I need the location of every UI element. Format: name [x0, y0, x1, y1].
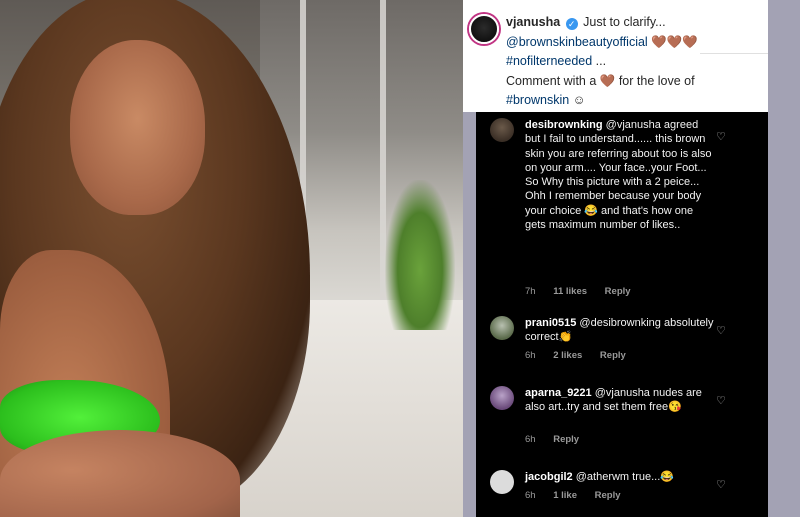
comment-avatar[interactable]: [490, 386, 514, 410]
photo-plant: [385, 180, 455, 330]
comment-username[interactable]: prani0515: [525, 317, 576, 329]
heart-icon[interactable]: ♡: [716, 324, 726, 337]
comment-likes[interactable]: 1 like: [553, 490, 577, 501]
comment-meta: 6h Reply: [525, 434, 594, 445]
comment-text: @vjanusha agreed but I fail to understan…: [525, 119, 712, 232]
caption-panel: vjanusha ✓ Just to clarify... @brownskin…: [463, 0, 768, 112]
comments-panel: desibrownking @vjanusha agreed but I fai…: [476, 112, 768, 517]
caption-line3-pre: Comment with a: [506, 73, 600, 88]
caption-line3-post: for the love of: [615, 73, 695, 88]
caption-hearts: 🤎🤎🤎: [651, 34, 698, 49]
verified-badge-icon: ✓: [565, 18, 578, 30]
comment-avatar[interactable]: [490, 316, 514, 340]
comment-body: prani0515 @desibrownking absolutely corr…: [525, 316, 715, 345]
photo-person-face: [70, 40, 205, 215]
comment-likes[interactable]: 2 likes: [553, 350, 582, 361]
author-username[interactable]: vjanusha: [506, 15, 560, 29]
caption-hashtag[interactable]: #nofilterneeded: [506, 54, 592, 68]
comment-username[interactable]: desibrownking: [525, 119, 603, 131]
comment-avatar[interactable]: [490, 118, 514, 142]
reply-button[interactable]: Reply: [600, 350, 626, 361]
divider: [700, 53, 768, 54]
post-photo: [0, 0, 463, 517]
page-background: [768, 0, 800, 517]
comment-time: 7h: [525, 286, 536, 297]
comment-username[interactable]: aparna_9221: [525, 387, 592, 399]
comment-body: jacobgil2 @atherwm true...😂: [525, 470, 715, 484]
comment-time: 6h: [525, 434, 536, 445]
caption-text: vjanusha ✓ Just to clarify... @brownskin…: [506, 13, 761, 111]
author-avatar[interactable]: [469, 14, 499, 44]
comment-avatar[interactable]: [490, 470, 514, 494]
reply-button[interactable]: Reply: [553, 434, 579, 445]
caption-hashtag[interactable]: #brownskin: [506, 93, 569, 107]
comment-likes[interactable]: 11 likes: [553, 286, 587, 297]
comment-time: 6h: [525, 490, 536, 501]
comment-text: @atherwm true...😂: [572, 471, 674, 483]
reply-button[interactable]: Reply: [605, 286, 631, 297]
comment-username[interactable]: jacobgil2: [525, 471, 573, 483]
heart-icon[interactable]: ♡: [716, 394, 726, 407]
comment-meta: 6h 1 like Reply: [525, 490, 636, 501]
caption-heart: 🤎: [599, 73, 616, 88]
comment-meta: 7h 11 likes Reply: [525, 286, 646, 297]
caption-ellipsis: ...: [592, 54, 607, 68]
comment-time: 6h: [525, 350, 536, 361]
comment-body: desibrownking @vjanusha agreed but I fai…: [525, 118, 715, 232]
comment-meta: 6h 2 likes Reply: [525, 350, 641, 361]
reply-button[interactable]: Reply: [595, 490, 621, 501]
comment-body: aparna_9221 @vjanusha nudes are also art…: [525, 386, 715, 415]
caption-line1: Just to clarify...: [583, 15, 666, 29]
heart-icon[interactable]: ♡: [716, 130, 726, 143]
caption-mention[interactable]: @brownskinbeautyofficial: [506, 35, 648, 49]
heart-icon[interactable]: ♡: [716, 478, 726, 491]
caption-smile: ☺: [569, 93, 586, 107]
